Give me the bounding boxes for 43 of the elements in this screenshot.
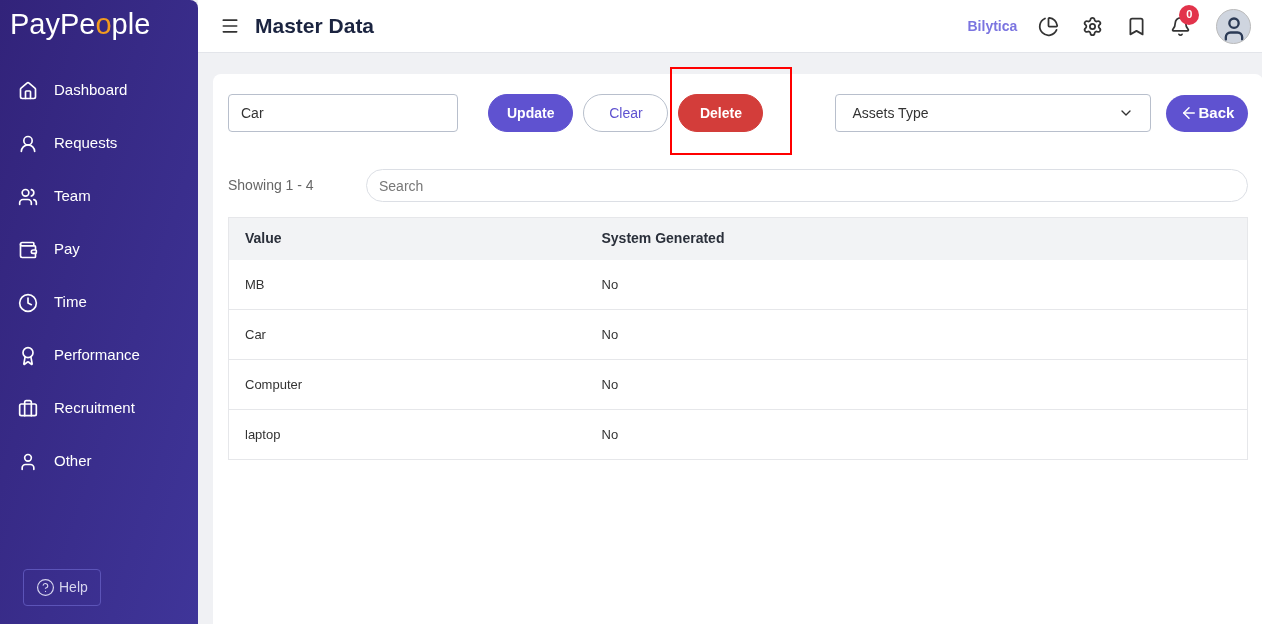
sidebar-item[interactable]: Team: [18, 181, 198, 212]
avatar[interactable]: [1216, 8, 1252, 44]
search-field[interactable]: Search: [366, 169, 1249, 202]
menu-icon[interactable]: [220, 16, 240, 36]
page-title: Master Data: [255, 13, 375, 40]
wallet-icon: [18, 239, 38, 260]
notification-badge: 0: [1179, 4, 1200, 25]
briefcase-icon: [18, 398, 38, 419]
sidebar-item[interactable]: Pay: [18, 234, 198, 265]
table-cell: Computer: [228, 359, 586, 410]
logo: PayPeople: [9, 7, 152, 39]
sidebar-item[interactable]: Other: [18, 446, 198, 477]
users-icon: [18, 186, 38, 207]
user-icon: [18, 451, 38, 472]
column-header: Value: [228, 217, 586, 260]
update-button[interactable]: Update: [488, 94, 574, 132]
table-cell: Car: [228, 309, 586, 360]
table-cell: No: [585, 259, 1248, 310]
delete-button[interactable]: Delete: [678, 94, 764, 132]
sidebar-item[interactable]: Time: [18, 287, 198, 318]
company-name[interactable]: Bilytica: [967, 15, 1018, 37]
help-button[interactable]: Help: [23, 569, 101, 606]
sidebar-item[interactable]: Dashboard: [18, 75, 198, 106]
table-cell: No: [585, 409, 1248, 460]
value-field[interactable]: Car: [228, 94, 458, 132]
table-cell: No: [585, 309, 1248, 360]
showing-count: Showing 1 - 4: [228, 176, 315, 195]
clock-icon: [18, 292, 38, 313]
type-select[interactable]: Assets Type: [835, 94, 1152, 132]
person-icon: [18, 133, 38, 154]
table-cell: laptop: [228, 409, 586, 460]
sidebar-item[interactable]: Recruitment: [18, 393, 198, 424]
settings-icon[interactable]: [1082, 15, 1104, 37]
home-icon: [18, 80, 38, 101]
sidebar-item[interactable]: Performance: [18, 340, 198, 371]
back-button[interactable]: Back: [1166, 94, 1249, 132]
clear-button[interactable]: Clear: [583, 94, 669, 132]
pie-chart-icon[interactable]: [1038, 15, 1060, 37]
help-icon: [36, 578, 55, 597]
table-cell: MB: [228, 259, 586, 310]
column-header: System Generated: [585, 217, 1248, 260]
table-cell: No: [585, 359, 1248, 410]
sidebar-item[interactable]: Requests: [18, 128, 198, 159]
